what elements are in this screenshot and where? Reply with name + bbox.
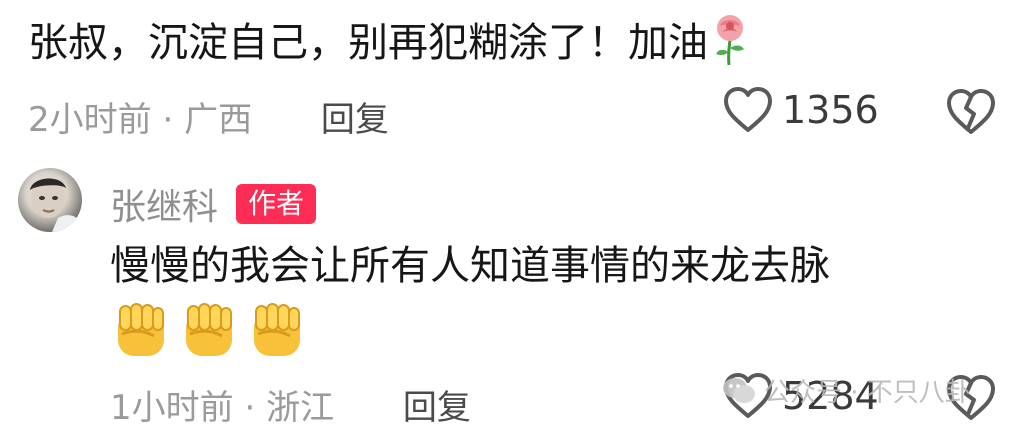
comment-1-reply-button[interactable]: 回复	[321, 100, 389, 140]
author-header: 张继科 作者	[110, 178, 317, 230]
fist-emoji-icon	[254, 303, 300, 356]
meta-separator: ·	[244, 388, 256, 428]
fist-emoji-icon	[118, 303, 164, 356]
broken-heart-icon[interactable]	[944, 88, 998, 136]
comment-1-location: 广西	[184, 100, 253, 140]
heart-outline-icon	[724, 87, 772, 132]
comment-1-like-count: 1356	[782, 88, 879, 132]
comment-1-time: 2小时前	[28, 100, 152, 140]
meta-separator: ·	[162, 100, 174, 140]
comment-1-like-button[interactable]: 1356	[722, 86, 879, 134]
wechat-icon	[723, 377, 755, 403]
avatar-portrait-icon	[30, 178, 82, 232]
comment-2-time: 1小时前	[110, 388, 234, 428]
comment-2-text: 慢慢的我会让所有人知道事情的来龙去脉	[110, 243, 830, 289]
comment-1-text: 张叔，沉淀自己，别再犯糊涂了！加油	[28, 14, 748, 71]
comment-2-meta: 1小时前 · 浙江 回复	[110, 380, 471, 429]
author-avatar[interactable]	[18, 168, 82, 232]
comment-1-body: 张叔，沉淀自己，别再犯糊涂了！加油	[28, 20, 708, 66]
author-badge: 作者	[236, 184, 317, 224]
watermark-text: 公众号 · 不只八卦	[764, 378, 971, 408]
fist-emoji-icon	[186, 303, 232, 356]
comment-2-emoji-row	[110, 300, 314, 362]
comment-1-meta: 2小时前 · 广西 回复	[28, 92, 389, 141]
author-name[interactable]: 张继科	[110, 178, 218, 230]
rose-emoji-icon	[716, 15, 744, 66]
comment-2-location: 浙江	[266, 388, 335, 428]
comment-2-reply-button[interactable]: 回复	[403, 388, 471, 428]
watermark: 公众号 · 不只八卦	[722, 372, 971, 409]
